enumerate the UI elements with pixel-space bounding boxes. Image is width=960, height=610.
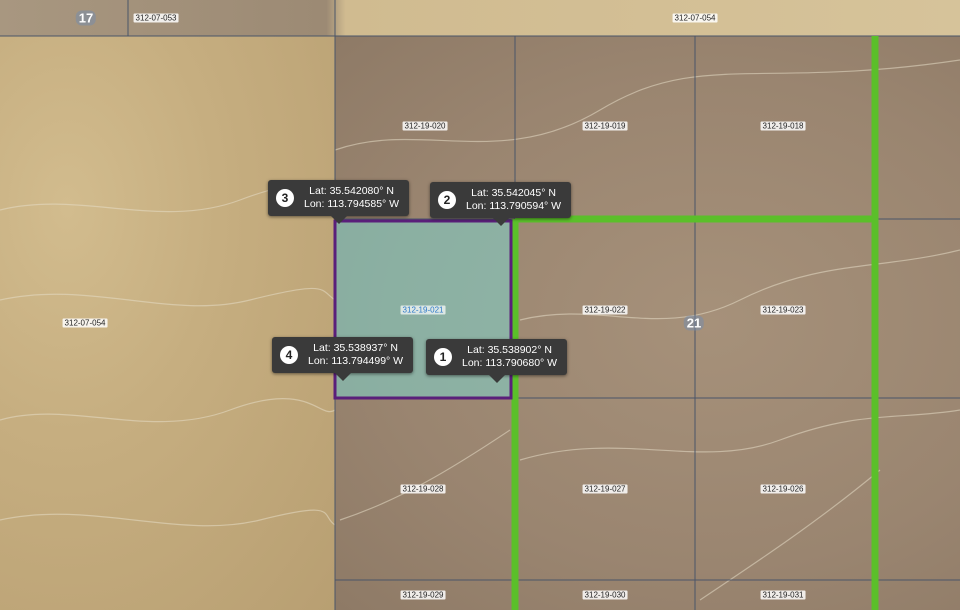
parcel-label[interactable]: 312-19-029 bbox=[400, 590, 446, 600]
marker-number-badge: 4 bbox=[280, 346, 298, 364]
parcel-label[interactable]: 312-07-053 bbox=[133, 13, 179, 23]
parcel-label[interactable]: 312-19-023 bbox=[760, 305, 806, 315]
parcel-label[interactable]: 312-19-027 bbox=[582, 484, 628, 494]
longitude: Lon: 113.794499° W bbox=[308, 355, 404, 367]
corner-callout-4[interactable]: 4 Lat: 35.538937° N Lon: 113.794499° W bbox=[272, 337, 414, 381]
latitude: Lat: 35.542080° N bbox=[309, 185, 394, 197]
corner-callout-1[interactable]: 1 Lat: 35.538902° N Lon: 113.790680° W bbox=[426, 339, 568, 383]
coordinate-text: Lat: 35.538902° N Lon: 113.790680° W bbox=[462, 344, 557, 370]
parcel-map[interactable]: 17 21 312-07-053 312-07-054 312-19-020 3… bbox=[0, 0, 960, 610]
marker-number-badge: 3 bbox=[276, 189, 294, 207]
corner-callout-3[interactable]: 3 Lat: 35.542080° N Lon: 113.794585° W bbox=[268, 180, 410, 224]
parcel-label[interactable]: 312-19-031 bbox=[760, 590, 806, 600]
parcel-label[interactable]: 312-19-030 bbox=[582, 590, 628, 600]
parcel-label[interactable]: 312-19-018 bbox=[760, 121, 806, 131]
parcel-label[interactable]: 312-19-020 bbox=[402, 121, 448, 131]
corner-callout-2[interactable]: 2 Lat: 35.542045° N Lon: 113.790594° W bbox=[430, 182, 572, 226]
coordinate-text: Lat: 35.538937° N Lon: 113.794499° W bbox=[308, 342, 403, 368]
selected-parcel-label[interactable]: 312-19-021 bbox=[400, 305, 446, 315]
parcel-label[interactable]: 312-19-028 bbox=[400, 484, 446, 494]
latitude: Lat: 35.538902° N bbox=[467, 344, 552, 356]
section-number-21: 21 bbox=[683, 315, 705, 331]
map-overlay bbox=[0, 0, 960, 610]
parcel-label[interactable]: 312-19-026 bbox=[760, 484, 806, 494]
marker-number-badge: 2 bbox=[438, 191, 456, 209]
parcel-label[interactable]: 312-19-022 bbox=[582, 305, 628, 315]
longitude: Lon: 113.794585° W bbox=[304, 198, 400, 210]
longitude: Lon: 113.790680° W bbox=[462, 357, 558, 369]
parcel-label[interactable]: 312-19-019 bbox=[582, 121, 628, 131]
section-number-17: 17 bbox=[75, 10, 97, 26]
parcel-label[interactable]: 312-07-054 bbox=[62, 318, 108, 328]
coordinate-text: Lat: 35.542045° N Lon: 113.790594° W bbox=[466, 187, 561, 213]
parcel-label[interactable]: 312-07-054 bbox=[672, 13, 718, 23]
latitude: Lat: 35.538937° N bbox=[313, 342, 398, 354]
latitude: Lat: 35.542045° N bbox=[471, 187, 556, 199]
coordinate-text: Lat: 35.542080° N Lon: 113.794585° W bbox=[304, 185, 399, 211]
marker-number-badge: 1 bbox=[434, 348, 452, 366]
longitude: Lon: 113.790594° W bbox=[466, 200, 562, 212]
